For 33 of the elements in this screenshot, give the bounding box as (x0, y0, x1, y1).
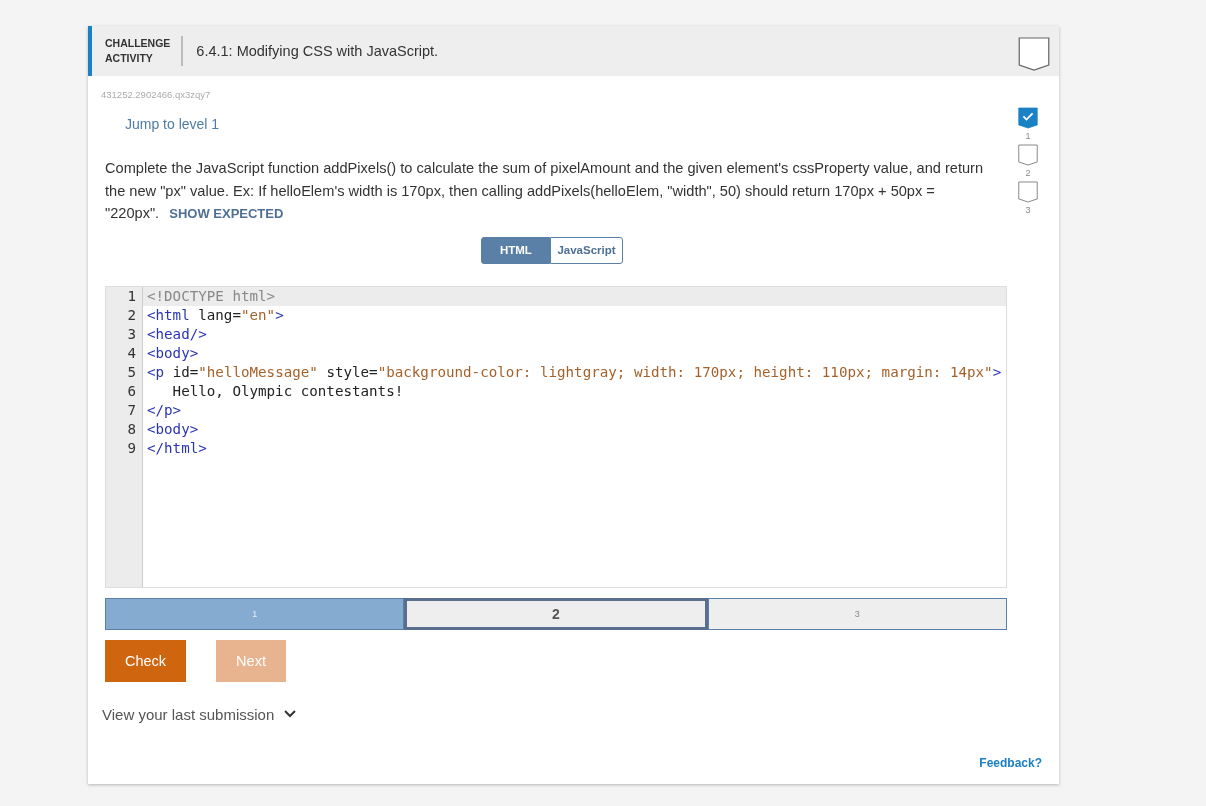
level-progress-segment[interactable]: 2 (404, 597, 708, 630)
activity-title: 6.4.1: Modifying CSS with JavaScript. (196, 43, 440, 59)
code-line: <html lang="en"> (146, 305, 285, 325)
chevron-down-icon (284, 710, 297, 718)
last-submission-toggle[interactable]: View your last submission (102, 705, 275, 723)
code-tab[interactable]: HTML (481, 236, 551, 264)
line-number: 3 (126, 324, 137, 344)
code-line: <body> (146, 343, 200, 363)
code-line: <body> (146, 419, 200, 439)
code-line: </html> (146, 438, 208, 458)
activity-badge: CHALLENGE ACTIVITY (105, 36, 184, 66)
line-number: 5 (126, 362, 137, 382)
level-number: 2 (1025, 168, 1031, 178)
level-number: 1 (1025, 131, 1031, 141)
line-number: 8 (126, 419, 137, 439)
code-line: <head/> (146, 324, 208, 344)
line-number: 7 (126, 400, 137, 420)
action-button[interactable]: Check (105, 639, 187, 682)
code-line: Hello, Olympic contestants! (171, 381, 405, 401)
show-expected-link[interactable]: SHOW EXPECTED (169, 206, 284, 221)
line-number: 6 (126, 381, 137, 401)
instructions-text: Complete the JavaScript function addPixels() to calculate the sum of pixelAmount and the given element's cssProperty value, and return the new "px" value. Ex: If helloElem's width is 170px, then calling addPixels(helloElem, "width", 50) should return 170px + 50px = "220px". SHOW EXPECTED (105, 159, 985, 223)
code-line: <p id="helloMessage" style="background-color: lightgray; width: 170px; height: 110px; margin: 14px"> (146, 362, 1003, 382)
line-number: 4 (126, 343, 137, 363)
line-number: 2 (126, 305, 137, 325)
level-number: 3 (1025, 205, 1031, 215)
code-tab[interactable]: JavaScript (550, 236, 623, 264)
jump-link[interactable]: Jump to level 1 (125, 116, 220, 132)
line-number: 9 (126, 438, 137, 458)
code-line: </p> (146, 400, 183, 420)
activity-id: 431252.2902466.qx3zqy7 (101, 89, 212, 100)
feedback-link[interactable]: Feedback? (979, 756, 1042, 770)
level-progress-segment[interactable]: 3 (707, 597, 1007, 630)
